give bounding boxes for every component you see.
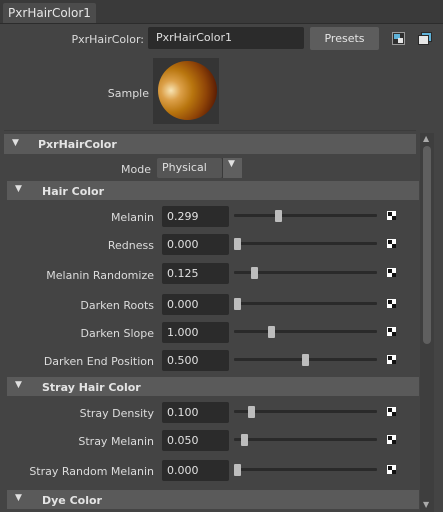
section-title: Hair Color — [42, 185, 105, 198]
section-header-dye-color[interactable]: ▼ Dye Color — [7, 490, 419, 509]
scroll-down-arrow-icon[interactable]: ▼ — [423, 500, 429, 509]
scrollbar-thumb[interactable] — [423, 146, 431, 344]
slider-handle[interactable] — [274, 210, 282, 222]
tab-bar-divider — [0, 23, 443, 24]
slider-handle[interactable] — [268, 326, 275, 338]
section-header-hair-color[interactable]: ▼ Hair Color — [7, 181, 419, 200]
slider-handle[interactable] — [240, 434, 248, 446]
checker-map-icon[interactable] — [386, 406, 397, 417]
slider-handle[interactable] — [247, 406, 255, 418]
param-slider-melanin[interactable] — [234, 214, 377, 217]
param-label-melanin: Melanin — [110, 211, 154, 224]
triangle-down-icon: ▼ — [15, 493, 22, 503]
param-slider-stray-density[interactable] — [234, 410, 377, 413]
header-divider — [4, 130, 416, 131]
triangle-down-icon: ▼ — [15, 380, 22, 390]
attribute-save-icon[interactable] — [392, 32, 405, 45]
param-slider-darken-roots[interactable] — [234, 302, 377, 305]
param-label-stray-density: Stray Density — [79, 407, 154, 420]
checker-map-icon[interactable] — [386, 238, 397, 249]
param-label-darken-roots: Darken Roots — [80, 299, 154, 312]
param-field-stray-random-melanin[interactable]: 0.000 — [162, 460, 229, 481]
copy-tab-icon[interactable] — [418, 32, 432, 45]
slider-handle[interactable] — [251, 267, 258, 279]
param-slider-stray-random-melanin[interactable] — [234, 468, 377, 471]
slider-handle[interactable] — [234, 238, 241, 250]
section-title: Dye Color — [42, 494, 102, 507]
param-field-melanin-randomize[interactable]: 0.125 — [162, 263, 229, 284]
mode-label: Mode — [121, 163, 151, 176]
slider-handle[interactable] — [302, 354, 309, 366]
param-field-darken-roots[interactable]: 0.000 — [162, 294, 229, 315]
section-header-stray-hair-color[interactable]: ▼ Stray Hair Color — [7, 377, 419, 396]
slider-handle[interactable] — [234, 298, 241, 310]
triangle-down-icon: ▼ — [12, 138, 19, 148]
node-name-field[interactable]: PxrHairColor1 — [148, 27, 304, 49]
sample-label: Sample — [107, 87, 149, 100]
scroll-up-arrow-icon[interactable]: ▲ — [423, 134, 429, 143]
tab-pxrhaircolor1[interactable]: PxrHairColor1 — [3, 3, 96, 24]
param-field-stray-melanin[interactable]: 0.050 — [162, 430, 229, 451]
slider-handle[interactable] — [234, 464, 241, 476]
param-field-redness[interactable]: 0.000 — [162, 234, 229, 255]
param-label-melanin-randomize: Melanin Randomize — [46, 269, 154, 282]
section-header-pxrhaircolor[interactable]: ▼ PxrHairColor — [4, 134, 416, 154]
param-field-melanin[interactable]: 0.299 — [162, 206, 229, 227]
section-title: Stray Hair Color — [42, 381, 141, 394]
checker-map-icon[interactable] — [386, 298, 397, 309]
param-label-darken-slope: Darken Slope — [80, 327, 154, 340]
checker-map-icon[interactable] — [386, 210, 397, 221]
checker-map-icon[interactable] — [386, 434, 397, 445]
param-slider-darken-slope[interactable] — [234, 330, 377, 333]
param-slider-stray-melanin[interactable] — [234, 438, 377, 441]
param-slider-redness[interactable] — [234, 242, 377, 245]
param-field-stray-density[interactable]: 0.100 — [162, 402, 229, 423]
presets-button[interactable]: Presets — [310, 27, 379, 50]
chevron-down-icon: ▼ — [228, 159, 235, 169]
mode-dropdown-button[interactable]: ▼ — [222, 158, 242, 178]
checker-map-icon[interactable] — [386, 326, 397, 337]
param-label-redness: Redness — [107, 239, 154, 252]
section-title: PxrHairColor — [38, 138, 117, 151]
triangle-down-icon: ▼ — [15, 184, 22, 194]
param-field-darken-end-position[interactable]: 0.500 — [162, 350, 229, 371]
node-name-label: PxrHairColor: — [71, 33, 145, 46]
sample-sphere-preview — [158, 61, 217, 120]
mode-select[interactable]: Physical — [157, 158, 222, 178]
param-label-stray-melanin: Stray Melanin — [78, 435, 154, 448]
checker-map-icon[interactable] — [386, 267, 397, 278]
checker-map-icon[interactable] — [386, 464, 397, 475]
checker-map-icon[interactable] — [386, 354, 397, 365]
param-field-darken-slope[interactable]: 1.000 — [162, 322, 229, 343]
param-label-darken-end-position: Darken End Position — [43, 355, 154, 368]
param-label-stray-random-melanin: Stray Random Melanin — [29, 465, 154, 478]
